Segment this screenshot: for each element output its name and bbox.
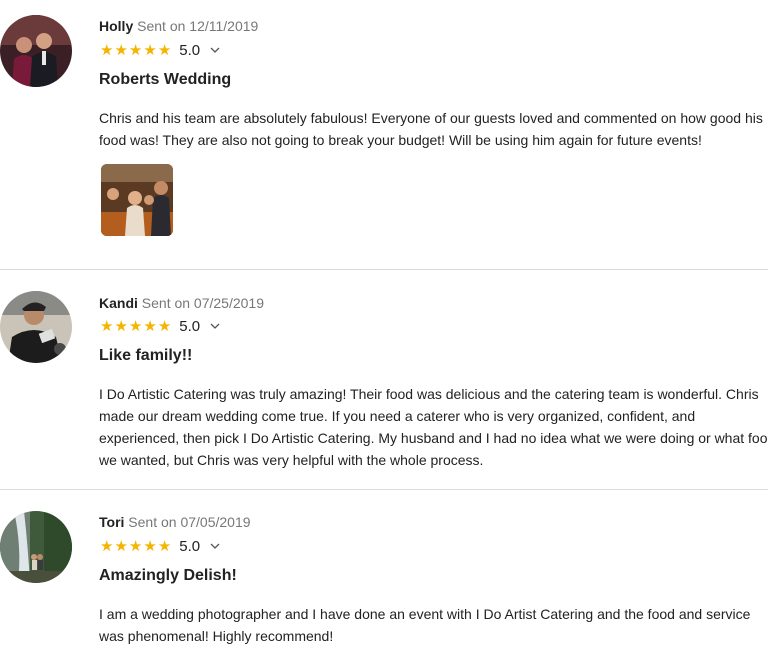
review-text: I am a wedding photographer and I have d… <box>99 603 768 647</box>
star-icon: ★ <box>143 537 157 555</box>
review-text-line: I am a wedding photographer and I have d… <box>99 606 751 622</box>
rating-row: ★ ★ ★ ★ ★ 5.0 <box>100 317 220 335</box>
review-meta: Holly Sent on 12/11/2019 <box>99 18 258 34</box>
review-text-line: food was! They are also not going to bre… <box>99 132 702 148</box>
chevron-down-icon[interactable] <box>210 321 220 331</box>
rating-score: 5.0 <box>179 317 201 335</box>
review-text-line: was phenomenal! Highly recommend! <box>99 628 334 644</box>
reviewer-avatar[interactable] <box>0 511 72 583</box>
star-icon: ★ <box>128 537 143 555</box>
chevron-down-icon[interactable] <box>210 45 220 55</box>
star-icon: ★ <box>100 41 114 59</box>
review-text-line: we wanted, but Chris was very helpful wi… <box>99 452 484 468</box>
review-title: Amazingly Delish! <box>99 567 237 584</box>
reviewer-name: Kandi <box>99 295 138 311</box>
reviewer-name: Tori <box>99 514 125 530</box>
rating-row: ★ ★ ★ ★ ★ 5.0 <box>100 41 220 59</box>
divider <box>0 489 768 490</box>
rating-score: 5.0 <box>179 41 201 59</box>
review-text-line: I Do Artistic Catering was truly amazing… <box>99 386 759 402</box>
star-icon: ★ <box>157 317 172 335</box>
divider <box>0 269 768 270</box>
star-icon: ★ <box>100 317 114 335</box>
review-date: Sent on 12/11/2019 <box>137 18 259 34</box>
review-meta: Tori Sent on 07/05/2019 <box>99 514 251 530</box>
star-icon: ★ <box>128 317 143 335</box>
reviewer-avatar[interactable] <box>0 291 72 363</box>
rating-score: 5.0 <box>179 537 201 555</box>
review-title: Roberts Wedding <box>99 71 232 88</box>
star-icon: ★ <box>143 317 157 335</box>
star-icon: ★ <box>128 41 143 59</box>
star-icon: ★ <box>100 537 114 555</box>
star-rating: ★ ★ ★ ★ ★ <box>100 43 171 58</box>
review-date: Sent on 07/25/2019 <box>141 295 265 311</box>
star-icon: ★ <box>143 41 157 59</box>
review-text-line: experienced, then pick I Do Artistic Cat… <box>99 430 768 446</box>
review-photo[interactable] <box>101 164 173 236</box>
chevron-down-icon[interactable] <box>210 541 220 551</box>
review-text: Chris and his team are absolutely fabulo… <box>99 107 768 151</box>
star-rating: ★ ★ ★ ★ ★ <box>100 319 171 334</box>
star-icon: ★ <box>157 41 172 59</box>
reviewer-avatar[interactable] <box>0 15 72 87</box>
reviewer-name: Holly <box>99 18 134 34</box>
review-text-line: Chris and his team are absolutely fabulo… <box>99 110 763 126</box>
star-icon: ★ <box>114 537 128 555</box>
star-rating: ★ ★ ★ ★ ★ <box>100 539 171 554</box>
rating-row: ★ ★ ★ ★ ★ 5.0 <box>100 537 220 555</box>
review-text-line: made our dream wedding come true. If you… <box>99 408 696 424</box>
star-icon: ★ <box>114 41 128 59</box>
star-icon: ★ <box>157 537 172 555</box>
review-text: I Do Artistic Catering was truly amazing… <box>99 383 768 471</box>
review-title: Like family!! <box>99 347 193 364</box>
review-meta: Kandi Sent on 07/25/2019 <box>99 295 264 311</box>
review-date: Sent on 07/05/2019 <box>128 514 251 530</box>
star-icon: ★ <box>114 317 128 335</box>
